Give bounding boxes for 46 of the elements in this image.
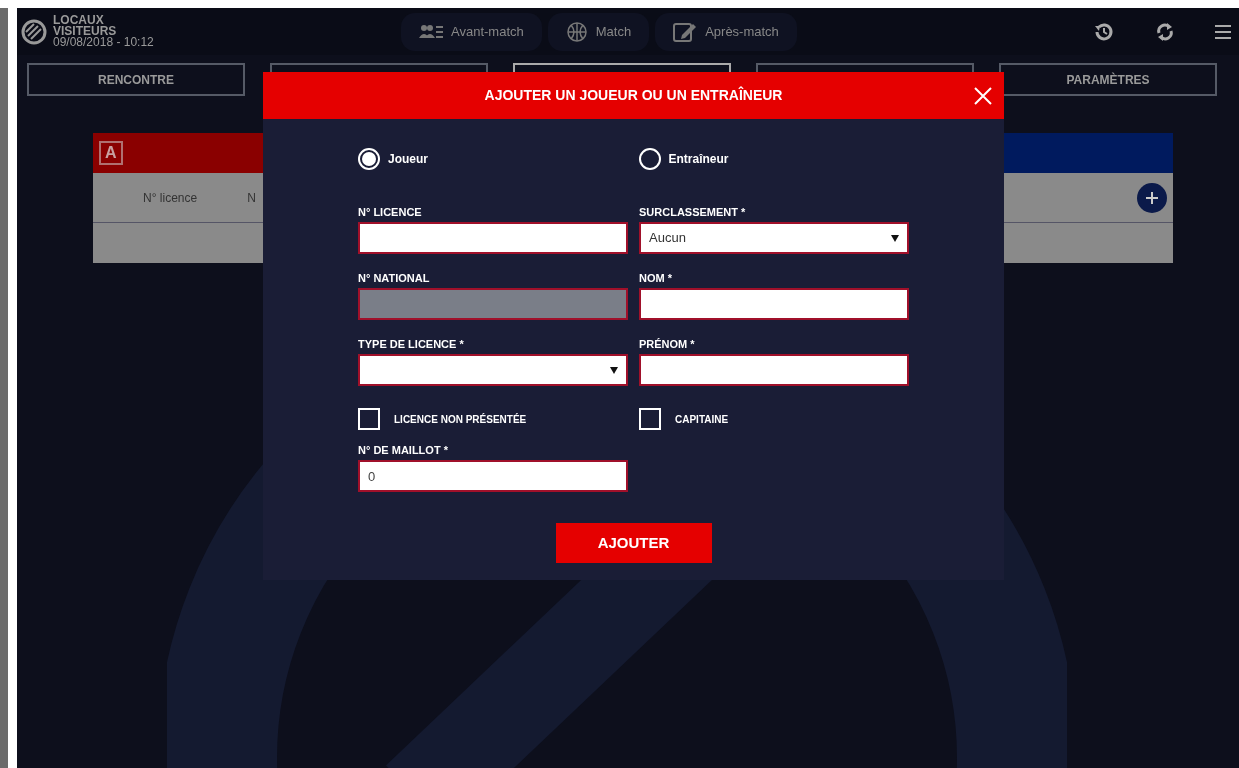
away-team-name: VISITEURS [53, 26, 118, 37]
home-team-name: LOCAUX [53, 15, 104, 26]
radio-button[interactable] [638, 148, 661, 170]
checkbox-label: CAPITAINE [675, 412, 729, 427]
tab[interactable]: RENCONTRE [27, 63, 245, 96]
dropdown[interactable]: Aucun [639, 222, 909, 254]
add-player-button[interactable]: AJOUTER [555, 523, 712, 563]
input-field[interactable]: 0 [358, 460, 628, 492]
checkbox[interactable] [358, 408, 380, 430]
caret-icon [610, 366, 618, 374]
tab[interactable]: PARAMÈTRES [999, 63, 1217, 96]
radio-label: Entraîneur [668, 151, 729, 168]
checkbox-label: LICENCE NON PRÉSENTÉE [394, 412, 527, 427]
history-icon[interactable] [1093, 20, 1115, 43]
input-field[interactable] [639, 288, 909, 320]
menu-icon[interactable] [1215, 23, 1231, 40]
nav-button[interactable]: Avant-match [401, 12, 542, 51]
radio-button[interactable] [358, 148, 380, 170]
basketball-icon [565, 20, 588, 43]
input-field[interactable] [639, 354, 909, 386]
close-icon [974, 86, 992, 105]
checkbox[interactable] [639, 408, 661, 430]
field-label: SURCLASSEMENT * [639, 205, 747, 220]
field-label: N° LICENCE [358, 205, 423, 220]
field-label: TYPE DE LICENCE * [358, 337, 465, 352]
column-header: N [247, 189, 256, 207]
match-datetime: 09/08/2018 - 10:12 [53, 37, 154, 48]
close-button[interactable] [972, 84, 994, 107]
column-header: N° licence [143, 189, 198, 207]
refresh-icon[interactable] [1155, 20, 1175, 43]
edit-icon [673, 20, 698, 43]
field-label: N° NATIONAL [358, 271, 431, 286]
nav-button[interactable]: Après-match [655, 12, 797, 51]
dropdown[interactable] [358, 354, 628, 386]
input-field[interactable] [358, 222, 628, 254]
roster-icon [419, 23, 443, 40]
nav-button[interactable]: Match [547, 12, 650, 51]
field-label: N° DE MAILLOT * [358, 443, 449, 458]
field-label: PRÉNOM * [639, 337, 696, 352]
modal-title: AJOUTER UN JOUEUR OU UN ENTRAÎNEUR [484, 85, 783, 105]
team-letter: A [99, 141, 123, 165]
add-button[interactable] [1137, 182, 1167, 213]
plus-icon [1145, 190, 1159, 205]
radio-label: Joueur [388, 151, 428, 168]
caret-icon [891, 234, 899, 242]
field-label: NOM * [639, 271, 673, 286]
